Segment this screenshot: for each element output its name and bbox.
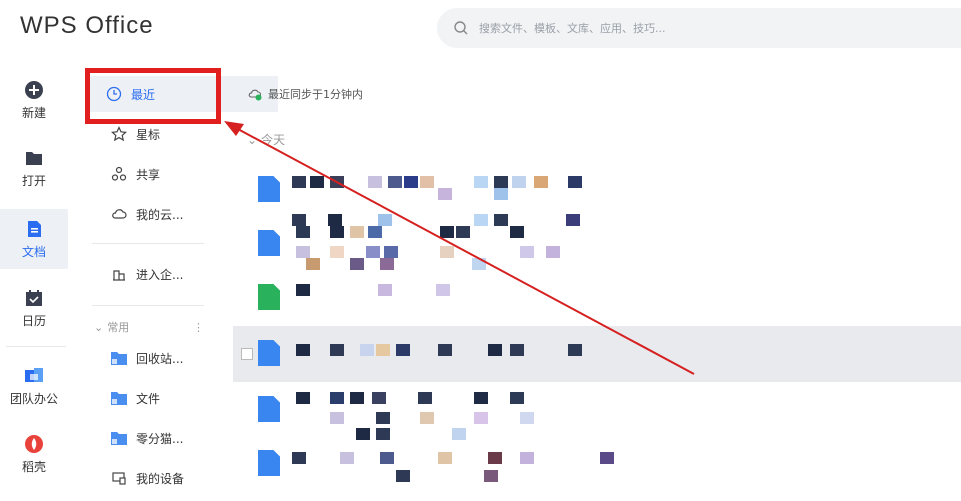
annotation-arrow (224, 121, 695, 375)
